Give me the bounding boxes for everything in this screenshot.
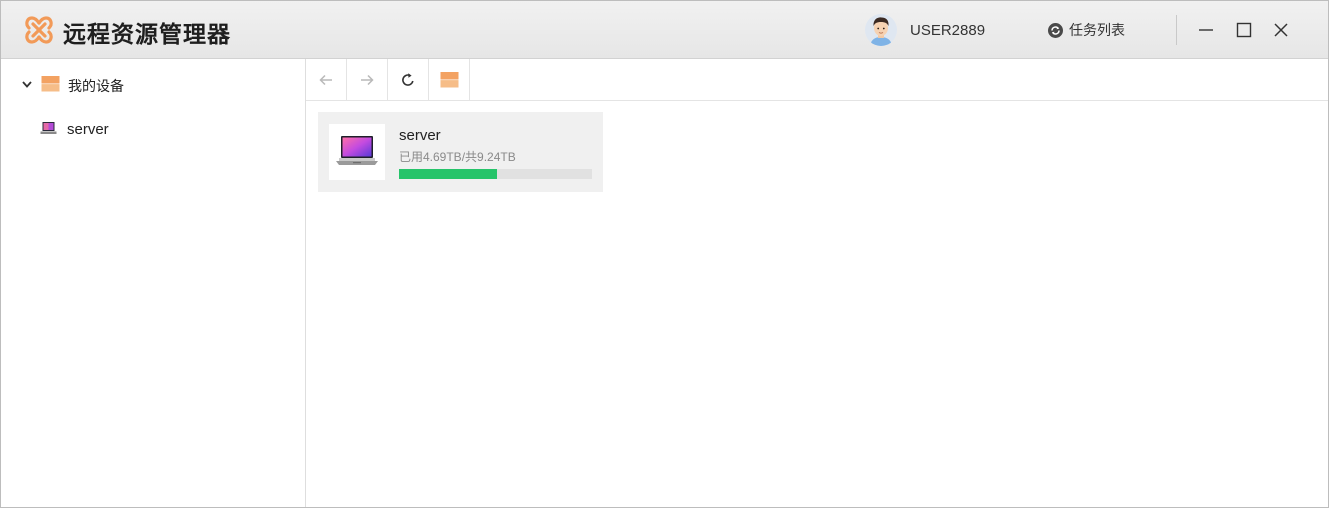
sidebar-item-my-devices[interactable]: 我的设备 [1, 70, 305, 98]
app-logo-icon [25, 16, 53, 44]
home-button[interactable] [429, 59, 470, 100]
back-icon [319, 74, 332, 85]
username[interactable]: USER2889 [910, 22, 985, 39]
device-name: server [399, 127, 441, 144]
sidebar: 我的设备 server [1, 59, 306, 507]
task-list-label: 任务列表 [1069, 23, 1125, 39]
home-folder-icon [440, 72, 458, 88]
close-icon [1274, 23, 1288, 37]
sidebar-item-server[interactable]: server [1, 115, 305, 143]
user-avatar-icon [865, 14, 897, 46]
device-card[interactable]: server 已用4.69TB/共9.24TB [318, 112, 603, 192]
avatar[interactable] [865, 14, 897, 46]
close-button[interactable] [1267, 16, 1295, 44]
sidebar-item-label: server [67, 121, 109, 138]
sidebar-root-label: 我的设备 [68, 79, 124, 95]
usage-progress-fill [399, 169, 498, 179]
usage-progress-bar [399, 169, 592, 179]
minimize-button[interactable] [1192, 16, 1220, 44]
task-list-button[interactable]: 任务列表 [1047, 20, 1125, 40]
refresh-button[interactable] [388, 59, 429, 100]
device-usage-text: 已用4.69TB/共9.24TB [399, 150, 516, 164]
back-button[interactable] [306, 59, 347, 100]
laptop-icon [40, 122, 57, 134]
chevron-down-icon[interactable] [21, 78, 33, 90]
maximize-icon [1236, 22, 1252, 38]
toolbar [306, 59, 1328, 101]
content-area: server 已用4.69TB/共9.24TB [306, 101, 1328, 507]
maximize-button[interactable] [1230, 16, 1258, 44]
refresh-icon [402, 72, 414, 86]
device-thumbnail [329, 124, 385, 180]
minimize-icon [1199, 29, 1213, 31]
header-divider [1176, 15, 1177, 45]
app-title: 远程资源管理器 [63, 22, 231, 48]
laptop-icon [336, 136, 378, 165]
forward-button[interactable] [347, 59, 388, 100]
title-bar: 远程资源管理器 USER2889 任务列表 [1, 1, 1328, 59]
app-window: 远程资源管理器 USER2889 任务列表 我的设备 server server… [0, 0, 1329, 508]
forward-icon [361, 74, 374, 85]
devices-folder-icon [41, 76, 60, 92]
task-refresh-icon [1048, 22, 1063, 38]
